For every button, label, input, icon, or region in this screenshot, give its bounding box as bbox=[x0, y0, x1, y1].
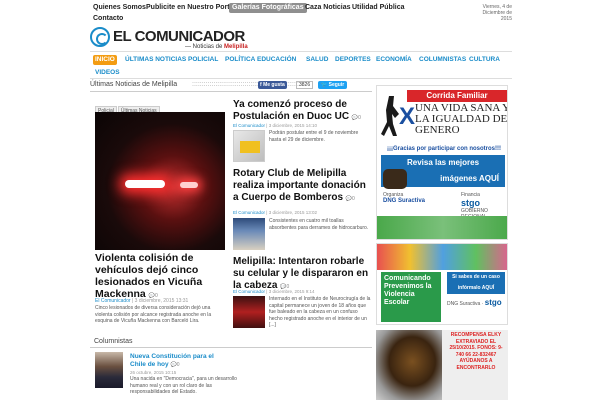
menu-videos[interactable]: VIDEOS bbox=[93, 68, 122, 78]
featured-article-image[interactable] bbox=[95, 112, 225, 250]
ad-banner-title: Corrida Familiar bbox=[407, 90, 507, 102]
article-thumbnail[interactable] bbox=[233, 296, 265, 328]
lost-dog-banner[interactable]: RECOMPENSA ELKY EXTRAVIADO EL 25/10/2015… bbox=[376, 330, 508, 400]
columnist-article-date: 26 octubre, 2015 10:15 bbox=[130, 370, 177, 375]
comment-count: 💬0 bbox=[345, 196, 355, 202]
menu-educacion[interactable]: EDUCACIÓN bbox=[255, 55, 298, 65]
ad-thanks-text: ¡¡¡Gracias por participar con nosotros!!… bbox=[386, 146, 501, 152]
menu-ultimas-noticias[interactable]: ÚLTIMAS NOTICIAS bbox=[123, 55, 188, 65]
menu-inicio[interactable]: INICIO bbox=[93, 55, 117, 65]
ad-sponsor-logos: Organiza DNG Suractiva Financia stgo GOBIER… bbox=[381, 190, 505, 232]
dog-photo bbox=[376, 330, 442, 400]
topnav-galerias[interactable]: Galerías Fotográficas bbox=[229, 3, 307, 13]
ad-headline: UNA VIDA SANA Y LA IGUALDAD DE GENERO bbox=[415, 102, 508, 136]
siren-light bbox=[125, 180, 165, 188]
menu-salud[interactable]: SALUD bbox=[304, 55, 330, 65]
pointing-hand-icon bbox=[383, 169, 407, 189]
topnav-publicite[interactable]: Publicite en Nuestro Portal bbox=[143, 3, 238, 13]
ad-sponsor-logos: DNG Suractiva · stgo bbox=[447, 298, 502, 307]
columnist-article-excerpt: Una nacida en "Democracia", para un desa… bbox=[130, 376, 237, 395]
ad-edition-mark: X bbox=[399, 103, 416, 130]
columnists-header: Columnistas bbox=[90, 338, 372, 348]
facebook-like-count: 3826 bbox=[296, 81, 314, 89]
featured-article-title[interactable]: Violenta colisión de vehículos dejó cinc… bbox=[95, 252, 227, 302]
menu-columnistas[interactable]: COLUMNISTAS bbox=[417, 55, 468, 65]
corrida-familiar-banner[interactable]: Corrida Familiar X UNA VIDA SANA Y LA IG… bbox=[376, 85, 508, 240]
latest-news-header: Últimas Noticias de Melipilla ::::::::::… bbox=[90, 80, 372, 92]
article-title[interactable]: Melipilla: Intentaron robarle su celular… bbox=[233, 256, 371, 293]
columnist-avatar[interactable] bbox=[95, 352, 123, 388]
columnist-article-title[interactable]: Nueva Constitución para el Chile de hoy … bbox=[130, 353, 225, 369]
menu-politica[interactable]: POLÍTICA bbox=[223, 55, 257, 65]
site-logo[interactable]: EL COMUNICADOR — Noticias de Melipilla bbox=[90, 25, 260, 51]
ad-cta: Si sabes de un caso infórmalo AQUÍ bbox=[447, 272, 505, 294]
siren-light bbox=[180, 182, 198, 188]
topnav-quienes-somos[interactable]: Quienes Somos bbox=[90, 3, 149, 13]
ad-illustration bbox=[377, 244, 507, 270]
facebook-like-button[interactable]: f Me gusta bbox=[258, 81, 287, 89]
article-excerpt: Internado en el Instituto de Neurocirugí… bbox=[269, 296, 371, 328]
article-title[interactable]: Rotary Club de Melipilla realiza importa… bbox=[233, 168, 371, 205]
article-title[interactable]: Ya comenzó proceso de Postulación en Duo… bbox=[233, 99, 371, 124]
featured-article-meta: El Comunicador | 3 diciembre, 2015 13:31 bbox=[95, 298, 189, 304]
article-meta: El Comunicador | 3 diciembre, 2015 13:02 bbox=[233, 210, 317, 215]
violencia-escolar-banner[interactable]: Comunicando Prevenimos la Violencia Esco… bbox=[376, 243, 508, 325]
runner-icon bbox=[381, 96, 399, 136]
logo-subtitle: — Noticias de Melipilla bbox=[185, 44, 248, 50]
menu-deportes[interactable]: DEPORTES bbox=[333, 55, 373, 65]
menu-cultura[interactable]: CULTURA bbox=[467, 55, 502, 65]
comment-count: 💬0 bbox=[170, 362, 180, 368]
logo-title: EL COMUNICADOR bbox=[113, 28, 245, 45]
current-date: Viernes, 4 de Diciembre de 2015 bbox=[482, 4, 512, 22]
ad-illustration bbox=[377, 216, 507, 239]
topnav-caza-noticias[interactable]: Caza Noticias bbox=[302, 3, 354, 13]
article-excerpt: Podrán postular entre el 9 de noviembre … bbox=[269, 130, 359, 143]
twitter-follow-button[interactable]: 🐦 Seguir bbox=[318, 81, 348, 89]
section-title: Últimas Noticias de Melipilla bbox=[90, 81, 178, 88]
article-meta: El Comunicador | 3 diciembre, 2015 14:10 bbox=[233, 123, 317, 128]
organizer-logo: Organiza DNG Suractiva bbox=[383, 192, 426, 204]
featured-article-excerpt: Cinco lesionados de diversa consideració… bbox=[95, 305, 212, 324]
top-nav: Quienes Somos Publicite en Nuestro Porta… bbox=[90, 0, 512, 25]
topnav-utilidad-publica[interactable]: Utilidad Pública bbox=[349, 3, 408, 13]
reward-text: RECOMPENSA ELKY EXTRAVIADO EL 25/10/2015… bbox=[449, 332, 503, 371]
article-thumbnail[interactable] bbox=[233, 130, 265, 162]
menu-policial[interactable]: POLICIAL bbox=[186, 55, 220, 65]
ad-headline: Comunicando Prevenimos la Violencia Esco… bbox=[381, 272, 441, 322]
menu-economia[interactable]: ECONOMÍA bbox=[374, 55, 414, 65]
article-thumbnail[interactable] bbox=[233, 218, 265, 250]
comment-count: 💬0 bbox=[351, 115, 361, 121]
article-excerpt: Consistentes en cuatro mil toallas absor… bbox=[269, 218, 369, 231]
main-menu: INICIO ÚLTIMAS NOTICIAS POLICIAL POLÍTIC… bbox=[90, 51, 512, 79]
article-meta: El Comunicador | 3 diciembre, 2015 9:14 bbox=[233, 289, 315, 294]
topnav-contacto[interactable]: Contacto bbox=[90, 14, 126, 24]
logo-c-icon bbox=[90, 27, 110, 47]
